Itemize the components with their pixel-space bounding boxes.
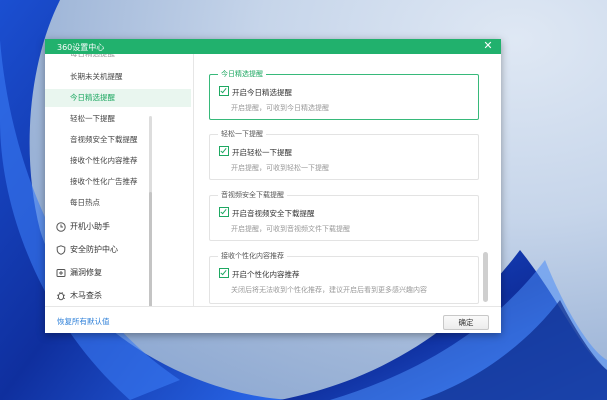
bug-icon [56,291,66,301]
sidebar-group-boot-helper[interactable]: 开机小助手 [45,217,191,237]
close-button[interactable]: ✕ [482,40,494,52]
shield-icon [56,245,66,255]
option-description: 开启提醒，可收到今日精选提醒 [231,104,329,112]
sidebar-group-label: 漏洞修复 [70,268,102,277]
sidebar-item-daily-hot[interactable]: 每日热点 [45,194,191,212]
option-daily-picks[interactable]: 开启今日精选提醒 [219,86,292,97]
settings-window: 360设置中心 ✕ 每日精选提醒 长期未关机提醒 今日精选提醒 轻松一下提醒 音… [45,39,501,333]
checkbox-checked[interactable] [219,146,229,156]
sidebar-item-daily-picks[interactable]: 今日精选提醒 [45,89,191,107]
sidebar-group-vuln-fix[interactable]: 漏洞修复 [45,263,191,283]
ok-button[interactable]: 确定 [443,315,489,330]
checkbox-checked[interactable] [219,86,229,96]
option-description: 关闭后将无法收到个性化推荐，建议开启后看到更多感兴趣内容 [231,286,427,294]
section-relax: 轻松一下提醒 开启轻松一下提醒 开启提醒，可收到轻松一下提醒 [209,129,479,180]
settings-content: 今日精选提醒 开启今日精选提醒 开启提醒，可收到今日精选提醒 轻松一下提醒 开启… [194,54,501,306]
sidebar-group-label: 安全防护中心 [70,245,118,254]
option-description: 开启提醒，可收到音视频文件下载提醒 [231,225,350,233]
section-daily-picks: 今日精选提醒 开启今日精选提醒 开启提醒，可收到今日精选提醒 [209,69,479,120]
title-bar: 360设置中心 ✕ [45,39,501,54]
section-personal-content: 接收个性化内容推荐 开启个性化内容推荐 关闭后将无法收到个性化推荐，建议开启后看… [209,251,479,304]
restore-defaults-link[interactable]: 恢复所有默认值 [57,316,110,327]
section-title: 今日精选提醒 [218,69,266,79]
sidebar-group-trojan-scan[interactable]: 木马查杀 [45,286,191,306]
option-av-download[interactable]: 开启音视频安全下载提醒 [219,207,315,218]
sidebar-item-personal-content[interactable]: 接收个性化内容推荐 [45,152,191,170]
option-label: 开启音视频安全下载提醒 [232,209,315,218]
sidebar-item-long-uptime[interactable]: 长期未关机提醒 [45,68,191,86]
option-description: 开启提醒，可收到轻松一下提醒 [231,164,329,172]
section-av-download: 音视频安全下载提醒 开启音视频安全下载提醒 开启提醒，可收到音视频文件下载提醒 [209,190,479,241]
section-title: 音视频安全下载提醒 [218,190,287,200]
option-relax[interactable]: 开启轻松一下提醒 [219,146,292,157]
section-title: 接收个性化内容推荐 [218,251,287,261]
window-title: 360设置中心 [57,43,105,52]
option-label: 开启轻松一下提醒 [232,148,292,157]
sidebar-item-av-download[interactable]: 音视频安全下载提醒 [45,131,191,149]
sidebar-group-security-center[interactable]: 安全防护中心 [45,240,191,260]
sidebar-item-relax[interactable]: 轻松一下提醒 [45,110,191,128]
section-title: 轻松一下提醒 [218,129,266,139]
sidebar-group-label: 开机小助手 [70,222,110,231]
sidebar: 每日精选提醒 长期未关机提醒 今日精选提醒 轻松一下提醒 音视频安全下载提醒 接… [45,54,194,306]
sidebar-scrollbar-thumb[interactable] [149,192,152,306]
checkbox-checked[interactable] [219,268,229,278]
clock-icon [56,222,66,232]
patch-icon [56,269,66,277]
option-label: 开启个性化内容推荐 [232,270,300,279]
sidebar-item-personal-ads[interactable]: 接收个性化广告推荐 [45,173,191,191]
checkbox-checked[interactable] [219,207,229,217]
option-personal-content[interactable]: 开启个性化内容推荐 [219,268,300,279]
option-label: 开启今日精选提醒 [232,88,292,97]
sidebar-item-cut[interactable]: 每日精选提醒 [45,54,191,63]
footer: 恢复所有默认值 确定 [45,306,501,333]
content-scrollbar-thumb[interactable] [483,252,488,302]
sidebar-group-label: 木马查杀 [70,291,102,300]
